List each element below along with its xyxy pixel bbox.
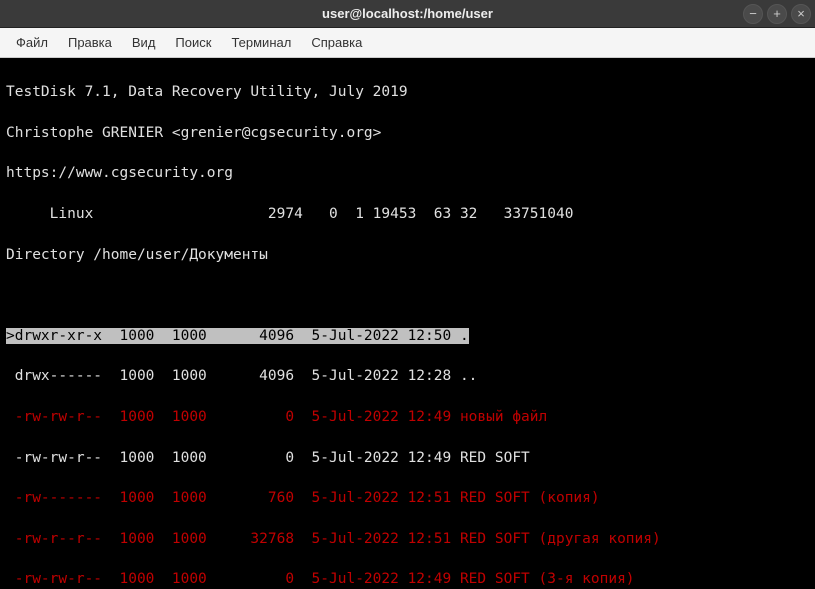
menu-help[interactable]: Справка bbox=[301, 31, 372, 54]
file-row-deleted[interactable]: -rw------- 1000 1000 760 5-Jul-2022 12:5… bbox=[6, 488, 809, 508]
window-controls: − + × bbox=[743, 4, 811, 24]
maximize-button[interactable]: + bbox=[767, 4, 787, 24]
terminal-content[interactable]: TestDisk 7.1, Data Recovery Utility, Jul… bbox=[0, 58, 815, 589]
directory-path: Directory /home/user/Документы bbox=[6, 245, 809, 265]
header-line1: TestDisk 7.1, Data Recovery Utility, Jul… bbox=[6, 82, 809, 102]
file-row[interactable]: -rw-rw-r-- 1000 1000 0 5-Jul-2022 12:49 … bbox=[6, 448, 809, 468]
menu-file[interactable]: Файл bbox=[6, 31, 58, 54]
titlebar: user@localhost:/home/user − + × bbox=[0, 0, 815, 28]
file-row-deleted[interactable]: -rw-rw-r-- 1000 1000 0 5-Jul-2022 12:49 … bbox=[6, 407, 809, 427]
window-title: user@localhost:/home/user bbox=[322, 6, 493, 21]
menu-edit[interactable]: Правка bbox=[58, 31, 122, 54]
partition-info: Linux 2974 0 1 19453 63 32 33751040 bbox=[6, 204, 809, 224]
close-button[interactable]: × bbox=[791, 4, 811, 24]
selected-entry: >drwxr-xr-x 1000 1000 4096 5-Jul-2022 12… bbox=[6, 328, 469, 344]
menu-view[interactable]: Вид bbox=[122, 31, 166, 54]
header-line3: https://www.cgsecurity.org bbox=[6, 163, 809, 183]
file-row-parent[interactable]: drwx------ 1000 1000 4096 5-Jul-2022 12:… bbox=[6, 366, 809, 386]
menu-search[interactable]: Поиск bbox=[165, 31, 221, 54]
minimize-button[interactable]: − bbox=[743, 4, 763, 24]
file-row-deleted[interactable]: -rw-r--r-- 1000 1000 32768 5-Jul-2022 12… bbox=[6, 529, 809, 549]
blank-line bbox=[6, 285, 809, 305]
header-line2: Christophe GRENIER <grenier@cgsecurity.o… bbox=[6, 123, 809, 143]
file-row-deleted[interactable]: -rw-rw-r-- 1000 1000 0 5-Jul-2022 12:49 … bbox=[6, 569, 809, 589]
menubar: Файл Правка Вид Поиск Терминал Справка bbox=[0, 28, 815, 58]
file-row-current[interactable]: >drwxr-xr-x 1000 1000 4096 5-Jul-2022 12… bbox=[6, 326, 809, 346]
menu-terminal[interactable]: Терминал bbox=[221, 31, 301, 54]
